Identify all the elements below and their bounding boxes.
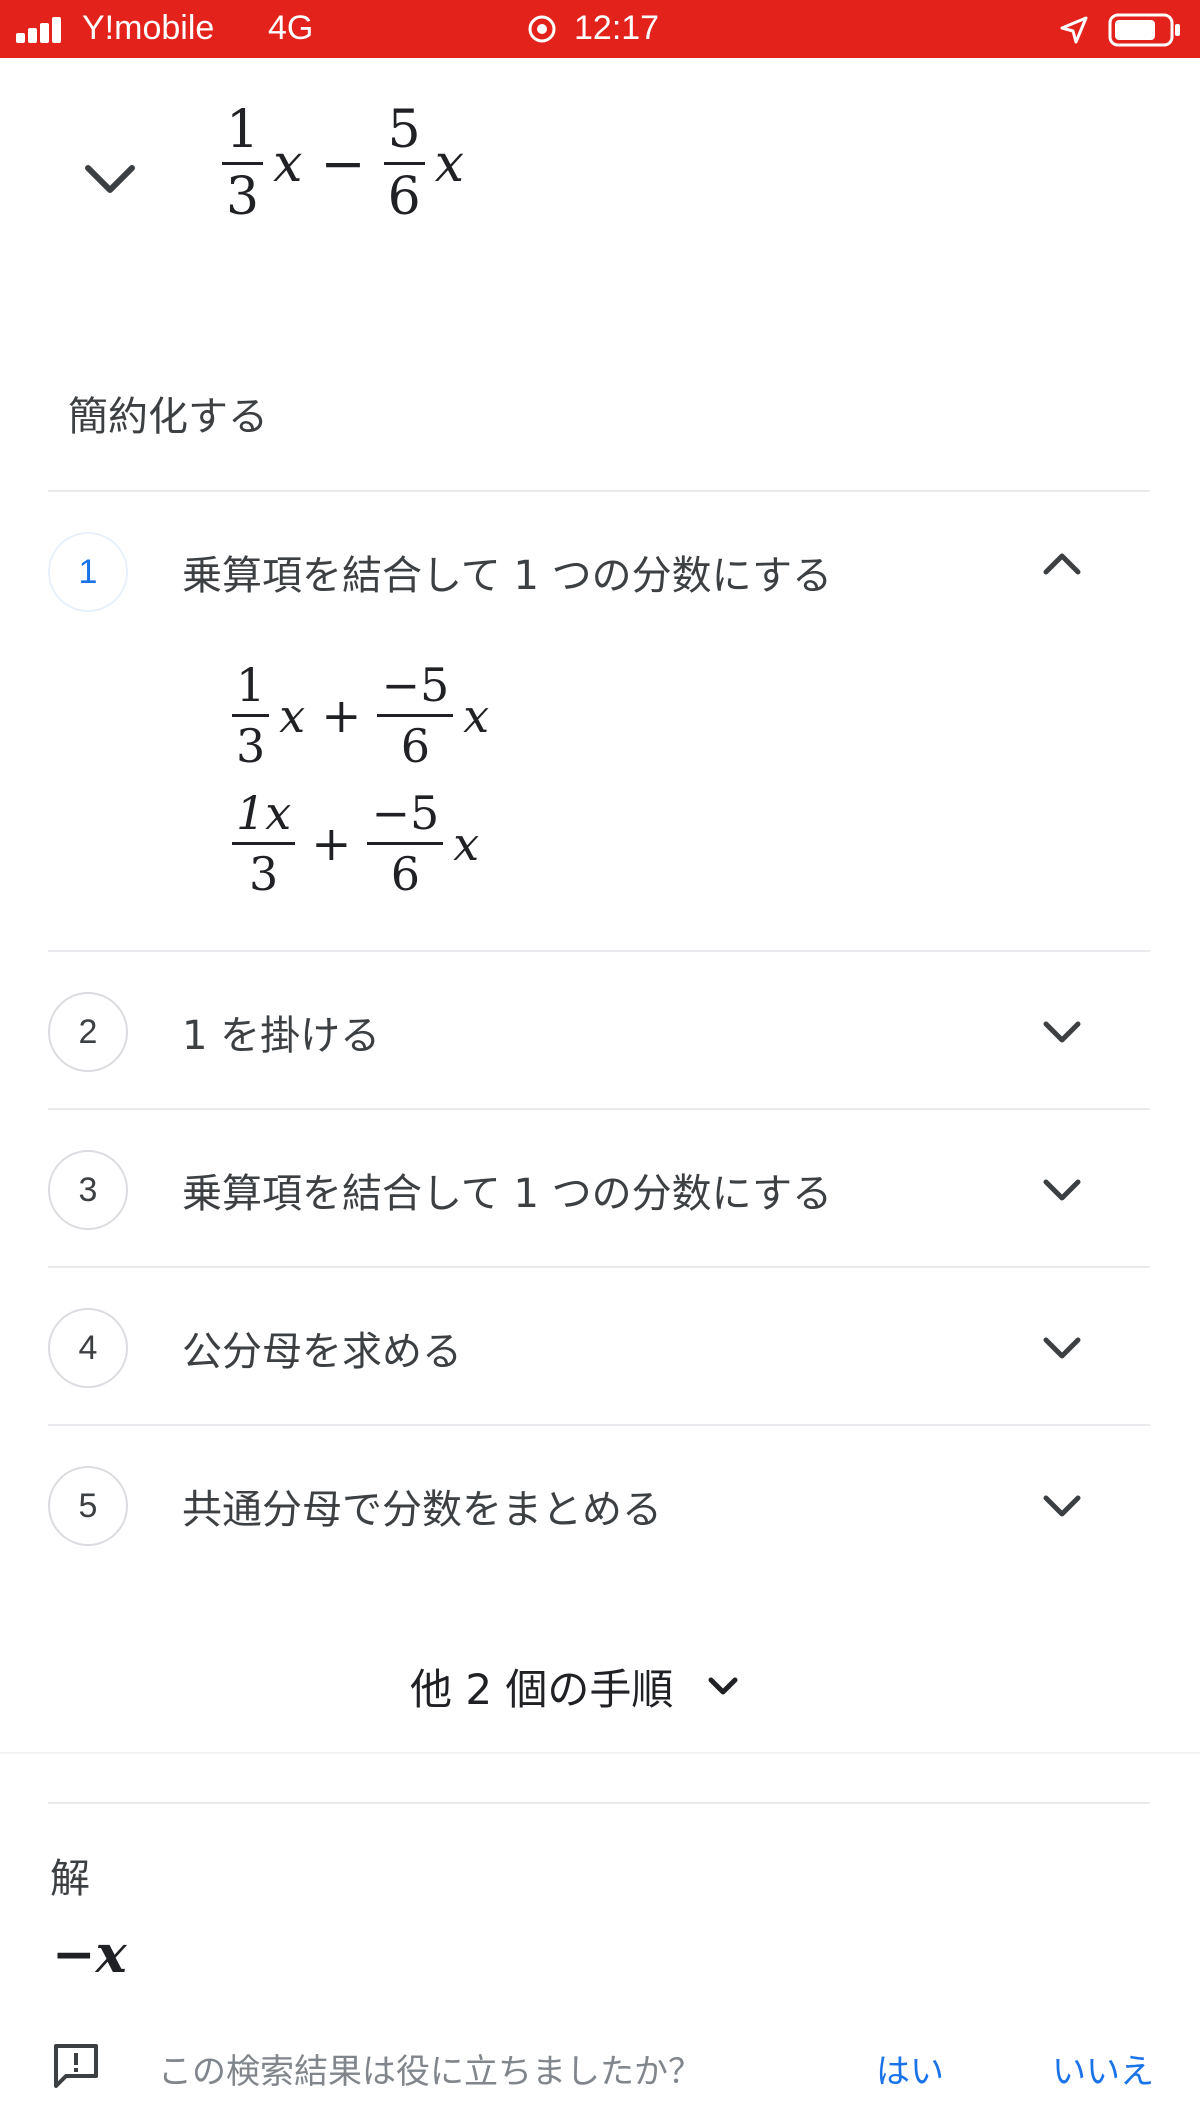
fraction: 1 3 <box>232 662 270 769</box>
carrier-name: Y!mobile <box>82 9 215 47</box>
step-label[interactable]: 共通分母で分数をまとめる <box>182 1486 662 1534</box>
chevron-down-icon[interactable] <box>1032 1002 1092 1062</box>
step-label[interactable]: 乗算項を結合して 1 つの分数にする <box>182 1170 832 1218</box>
step-number: 2 <box>48 992 128 1072</box>
step-number: 4 <box>48 1308 128 1388</box>
solution-label: 解 <box>50 1856 90 1902</box>
chevron-down-icon[interactable] <box>80 148 140 208</box>
battery-icon <box>1108 13 1180 47</box>
operator: − <box>320 132 366 195</box>
section-title: 簡約化する <box>68 394 268 440</box>
divider <box>0 1752 1200 1754</box>
fraction: 1x 3 <box>232 790 296 897</box>
work-line: 1x 3 + −5 6 x <box>232 790 479 897</box>
divider <box>48 1424 1150 1426</box>
chevron-up-icon[interactable] <box>1032 534 1092 594</box>
variable: x <box>273 133 303 194</box>
step-number: 5 <box>48 1466 128 1546</box>
chevron-down-icon[interactable] <box>1032 1476 1092 1536</box>
location-icon <box>1060 16 1088 44</box>
clock: 12:17 <box>574 9 660 47</box>
fraction: 5 6 <box>383 104 425 223</box>
feedback-question: この検索結果は役に立ちましたか？ <box>158 2052 702 2092</box>
divider <box>48 1108 1150 1110</box>
variable: x <box>434 133 465 194</box>
divider <box>48 950 1150 952</box>
step-label[interactable]: 1 を掛ける <box>182 1012 380 1060</box>
divider <box>48 1266 1150 1268</box>
chevron-down-icon[interactable] <box>1032 1318 1092 1378</box>
orientation-lock-icon <box>528 15 556 43</box>
problem-expression: 1 3 x − 5 6 x <box>222 104 464 223</box>
fraction: −5 6 <box>377 662 454 769</box>
fraction: −5 6 <box>367 790 444 897</box>
network-type: 4G <box>268 9 314 47</box>
step-label[interactable]: 乗算項を結合して 1 つの分数にする <box>182 552 832 600</box>
step-number: 1 <box>48 532 128 612</box>
divider <box>48 1802 1150 1804</box>
chevron-down-icon <box>708 1677 738 1695</box>
step-label[interactable]: 公分母を求める <box>182 1328 462 1376</box>
divider <box>48 490 1150 492</box>
work-line: 1 3 x + −5 6 x <box>232 662 489 769</box>
fraction: 1 3 <box>222 104 264 223</box>
step-number: 3 <box>48 1150 128 1230</box>
status-bar: Y!mobile 4G 12:17 <box>0 0 1200 58</box>
more-steps-button[interactable]: 他 2 個の手順 <box>410 1656 743 1716</box>
solution-value: −x <box>52 1924 127 1985</box>
feedback-icon <box>54 2044 98 2088</box>
more-steps-label: 他 2 個の手順 <box>410 1664 674 1714</box>
signal-icon <box>16 17 62 43</box>
chevron-down-icon[interactable] <box>1032 1160 1092 1220</box>
feedback-no-button[interactable]: いいえ <box>1052 2044 1154 2093</box>
feedback-yes-button[interactable]: はい <box>876 2044 944 2093</box>
